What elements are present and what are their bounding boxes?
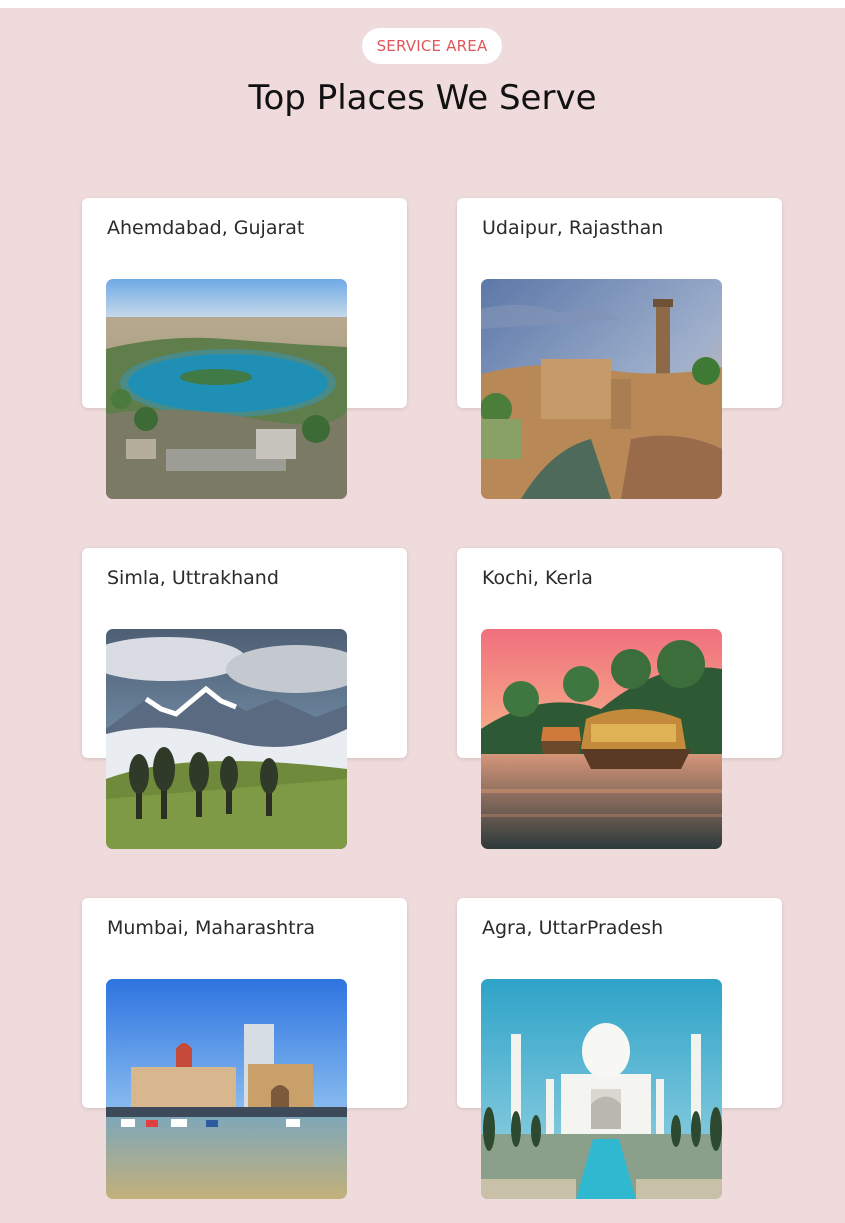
place-card-ahemdabad[interactable]: Ahemdabad, Gujarat [82,198,407,499]
place-name: Agra, UttarPradesh [482,917,664,939]
service-area-section: SERVICE AREA Top Places We Serve Ahemdab… [0,8,845,1223]
section-title: Top Places We Serve [248,78,597,118]
place-photo [481,629,722,849]
fort-tower-lake-image [481,279,722,499]
place-photo [481,279,722,499]
place-name: Ahemdabad, Gujarat [107,217,305,239]
taj-mahal-image [481,979,722,1199]
place-name: Kochi, Kerla [482,567,593,589]
snow-mountains-forest-image [106,629,347,849]
place-photo [481,979,722,1199]
place-card-mumbai[interactable]: Mumbai, Maharashtra [82,898,407,1199]
place-name: Udaipur, Rajasthan [482,217,664,239]
place-card-udaipur[interactable]: Udaipur, Rajasthan [457,198,782,499]
place-card-agra[interactable]: Agra, UttarPradesh [457,898,782,1199]
place-name: Simla, Uttrakhand [107,567,279,589]
gateway-of-india-harbor-image [106,979,347,1199]
houseboat-backwaters-image [481,629,722,849]
place-photo [106,979,347,1199]
place-card-kochi[interactable]: Kochi, Kerla [457,548,782,849]
lake-city-aerial-image [106,279,347,499]
place-photo [106,279,347,499]
place-name: Mumbai, Maharashtra [107,917,316,939]
place-photo [106,629,347,849]
service-area-tag: SERVICE AREA [362,28,502,64]
place-card-simla[interactable]: Simla, Uttrakhand [82,548,407,849]
